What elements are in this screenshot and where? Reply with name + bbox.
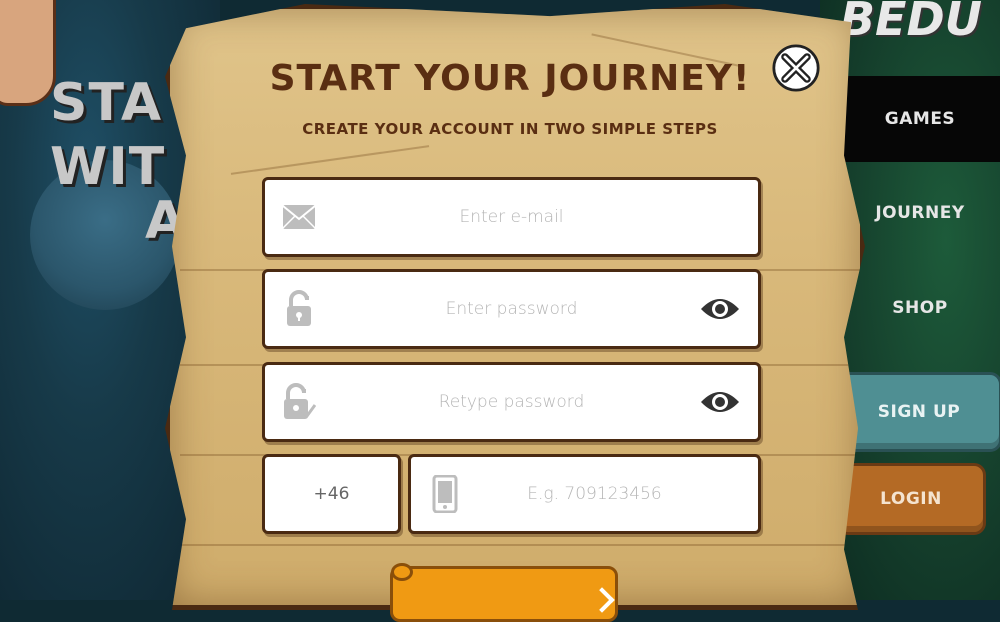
close-button[interactable] [772, 44, 820, 92]
login-button[interactable]: LOGIN [836, 463, 986, 535]
fist-illustration [0, 0, 56, 106]
email-input[interactable] [265, 180, 758, 254]
nav-journey-label: JOURNEY [875, 203, 965, 223]
button-decoration [391, 563, 413, 581]
nav-games-label: GAMES [884, 109, 956, 129]
signup-button[interactable]: SIGN UP [836, 372, 1000, 452]
modal-subtitle: CREATE YOUR ACCOUNT IN TWO SIMPLE STEPS [302, 120, 718, 138]
continue-button[interactable] [390, 563, 618, 622]
modal-title: START YOUR JOURNEY! [269, 58, 751, 99]
country-code-field[interactable]: +46 [262, 454, 401, 534]
show-password-eye-icon[interactable] [698, 294, 742, 324]
close-x-icon [772, 44, 820, 92]
phone-field [408, 454, 761, 534]
password-input[interactable] [265, 272, 758, 346]
email-field [262, 177, 761, 257]
phone-input[interactable] [411, 457, 758, 531]
signup-label: SIGN UP [877, 402, 961, 422]
padlock-icon [281, 290, 317, 327]
country-code-value: +46 [313, 484, 350, 504]
nav-item-shop[interactable]: SHOP [840, 265, 1000, 351]
nav-shop-label: SHOP [892, 298, 948, 318]
plank-seam [180, 544, 860, 546]
login-label: LOGIN [880, 489, 942, 509]
site-logo[interactable]: BEDU [840, 0, 982, 46]
phone-icon [427, 475, 463, 513]
password-field [262, 269, 761, 349]
envelope-icon [281, 199, 317, 235]
board-crack [230, 145, 430, 175]
show-retype-password-eye-icon[interactable] [698, 387, 742, 417]
chevron-right-icon [589, 587, 615, 613]
padlock-check-icon [281, 383, 317, 420]
retype-password-field [262, 362, 761, 442]
retype-password-input[interactable] [265, 365, 758, 439]
nav-item-games[interactable]: GAMES [840, 76, 1000, 162]
